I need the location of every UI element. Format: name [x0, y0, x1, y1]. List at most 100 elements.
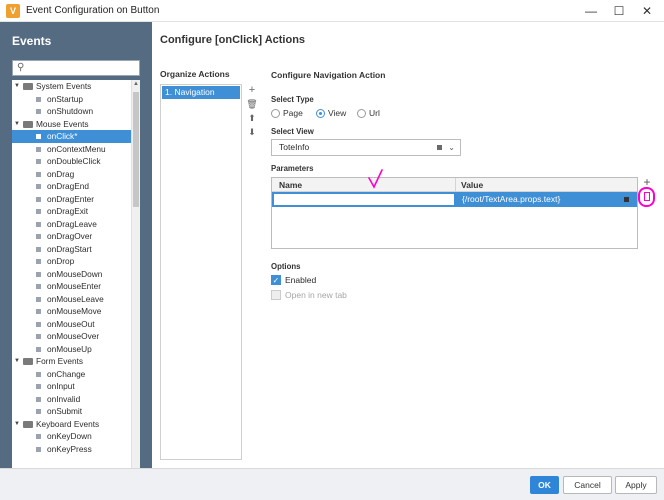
tree-item[interactable]: onMouseOut — [12, 318, 131, 331]
tree-item[interactable]: onDragEnd — [12, 180, 131, 193]
apply-button[interactable]: Apply — [615, 476, 657, 494]
tree-item-label: onKeyPress — [47, 443, 92, 454]
cancel-button[interactable]: Cancel — [563, 476, 612, 494]
dialog-footer: OK Cancel Apply — [0, 468, 664, 500]
tree-item[interactable]: onMouseOver — [12, 330, 131, 343]
tree-group[interactable]: ▼ Mouse Events — [12, 118, 131, 131]
config-title: Configure Navigation Action — [271, 70, 386, 80]
radio-url[interactable]: Url — [357, 108, 397, 119]
chevron-down-icon[interactable]: ▼ — [14, 118, 20, 131]
chevron-down-icon[interactable]: ⌄ — [448, 140, 455, 155]
open-new-tab-check-box — [271, 290, 281, 300]
tree-item[interactable]: onMouseEnter — [12, 280, 131, 293]
delete-action-icon[interactable]: 🗑 — [246, 99, 258, 110]
tree-item[interactable]: onMouseLeave — [12, 293, 131, 306]
tree-item-label: onClick* — [47, 131, 78, 141]
value-binding-icon[interactable] — [624, 197, 629, 202]
tree-item-label: onSubmit — [47, 406, 83, 416]
tree-item[interactable]: onDragLeave — [12, 218, 131, 231]
move-down-icon[interactable]: ⬇ — [246, 127, 258, 138]
tree-item-label: onInvalid — [47, 393, 81, 404]
radio-page[interactable]: Page — [271, 108, 311, 119]
close-button[interactable]: ✕ — [634, 2, 660, 20]
event-icon — [36, 446, 41, 452]
event-icon — [36, 296, 41, 302]
maximize-button[interactable]: ☐ — [606, 2, 632, 20]
tree-item-label: onDragStart — [47, 243, 92, 254]
table-row[interactable]: {/root/TextArea.props.text} — [272, 192, 637, 207]
tree-item[interactable]: onSubmit — [12, 405, 131, 418]
tree-group[interactable]: ▼ System Events — [12, 80, 131, 93]
folder-icon — [23, 358, 33, 365]
tree-item[interactable]: onShutdown — [12, 105, 131, 118]
scrollbar-thumb[interactable] — [133, 92, 139, 207]
event-icon — [36, 396, 41, 402]
tree-item-label: onContextMenu — [47, 143, 106, 154]
page-title: Configure [onClick] Actions — [160, 34, 306, 46]
select-type-label: Select Type — [271, 95, 314, 104]
tree-item[interactable]: onDoubleClick — [12, 155, 131, 168]
radio-page-circle[interactable] — [271, 109, 280, 118]
folder-icon — [23, 83, 33, 90]
select-view-label: Select View — [271, 127, 314, 136]
tree-item-label: onMouseEnter — [47, 281, 101, 291]
binding-icon[interactable] — [437, 145, 442, 150]
tree-item-label: onDrop — [47, 256, 75, 266]
events-tree-list: ▼ System Events onStartup onShutdown ▼ Mouse … — [12, 80, 131, 455]
parameter-name-input[interactable] — [273, 193, 455, 206]
event-icon — [36, 321, 41, 327]
tree-item[interactable]: onKeyPress — [12, 443, 131, 456]
tree-item[interactable]: onClick* — [12, 130, 131, 143]
actions-list: 1. Navigation — [160, 84, 242, 460]
tree-item[interactable]: onDragEnter — [12, 193, 131, 206]
tree-item[interactable]: onInput — [12, 380, 131, 393]
tree-item-label: onInput — [47, 381, 75, 391]
tree-item[interactable]: onChange — [12, 368, 131, 381]
delete-parameter-icon[interactable] — [638, 187, 655, 207]
tree-item-label: onDragEnd — [47, 181, 89, 191]
tree-item[interactable]: onDrag — [12, 168, 131, 181]
tree-item-label: onDragLeave — [47, 218, 97, 229]
tree-item[interactable]: onContextMenu — [12, 143, 131, 156]
event-icon — [36, 334, 41, 339]
chevron-down-icon[interactable]: ▼ — [14, 80, 20, 93]
tree-scrollbar[interactable]: ▲ — [131, 80, 140, 468]
parameters-header: Name Value — [272, 178, 637, 192]
scroll-up-icon[interactable]: ▲ — [133, 81, 139, 87]
tree-item[interactable]: onMouseDown — [12, 268, 131, 281]
parameter-value[interactable]: {/root/TextArea.props.text} — [462, 193, 560, 206]
view-dropdown[interactable]: ToteInfo ⌄ — [271, 139, 461, 156]
radio-url-circle[interactable] — [357, 109, 366, 118]
tree-item[interactable]: onDragStart — [12, 243, 131, 256]
tree-item[interactable]: onInvalid — [12, 393, 131, 406]
options-label: Options — [271, 262, 301, 271]
trash-icon[interactable] — [644, 192, 650, 201]
tree-item[interactable]: onDragOver — [12, 230, 131, 243]
tree-group[interactable]: ▼ Form Events — [12, 355, 131, 368]
tree-item-label: onMouseLeave — [47, 293, 104, 304]
chevron-down-icon[interactable]: ▼ — [14, 355, 20, 368]
radio-view[interactable]: View — [316, 108, 356, 119]
chevron-down-icon[interactable]: ▼ — [14, 418, 20, 431]
event-search-input[interactable]: ⚲ — [12, 60, 140, 76]
radio-view-circle[interactable] — [316, 109, 325, 118]
event-icon — [36, 284, 41, 289]
tree-item[interactable]: onMouseMove — [12, 305, 131, 318]
column-value-header[interactable]: Value — [461, 178, 483, 192]
tree-item[interactable]: onMouseUp — [12, 343, 131, 356]
tree-item[interactable]: onKeyDown — [12, 430, 131, 443]
tree-item[interactable]: onDragExit — [12, 205, 131, 218]
tree-group[interactable]: ▼ Keyboard Events — [12, 418, 131, 431]
minimize-button[interactable]: — — [578, 2, 604, 20]
event-icon — [36, 346, 41, 352]
event-icon — [36, 259, 41, 264]
add-action-icon[interactable]: + — [246, 84, 258, 96]
tree-item[interactable]: onDrop — [12, 255, 131, 268]
move-up-icon[interactable]: ⬆ — [246, 113, 258, 124]
tree-item[interactable]: onStartup — [12, 93, 131, 106]
tree-item-label: onStartup — [47, 93, 83, 104]
action-item-navigation[interactable]: 1. Navigation — [162, 86, 240, 99]
ok-button[interactable]: OK — [530, 476, 559, 494]
column-name-header[interactable]: Name — [279, 178, 302, 192]
enabled-check-icon[interactable]: ✓ — [271, 275, 281, 285]
